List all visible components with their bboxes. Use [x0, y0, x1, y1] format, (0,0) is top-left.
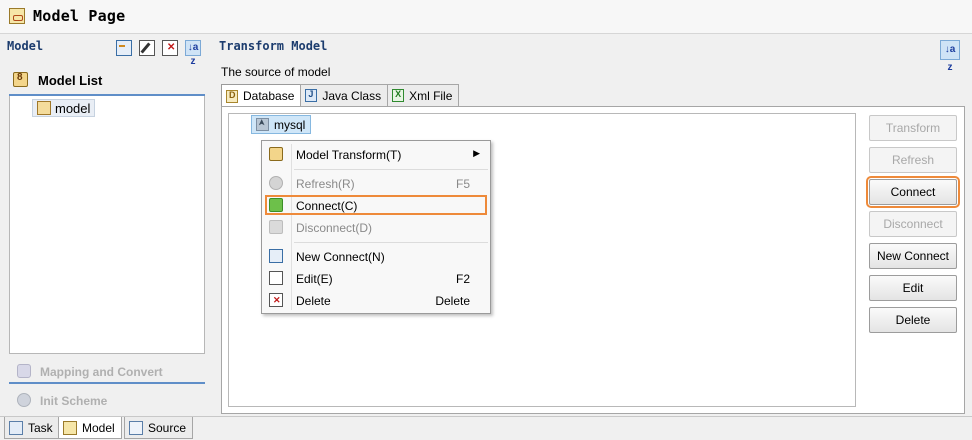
tab-xml-file[interactable]: Xml File [387, 84, 460, 106]
menu-separator [294, 242, 488, 243]
new-connect-icon [269, 249, 283, 263]
disconnect-button[interactable]: Disconnect [869, 211, 957, 237]
tab-task[interactable]: Task [4, 417, 60, 439]
init-scheme-label: Init Scheme [40, 394, 108, 408]
tab-model[interactable]: Model [58, 417, 122, 439]
menu-item-label: Model Transform(T) [296, 148, 402, 162]
tab-java-class[interactable]: Java Class [300, 84, 389, 106]
new-connect-button[interactable]: New Connect [869, 243, 957, 269]
mapping-and-convert-section[interactable]: Mapping and Convert [9, 360, 205, 384]
model-list-icon [13, 72, 28, 87]
tab-task-label: Task [28, 420, 53, 435]
menu-item-shortcut: F5 [455, 177, 470, 191]
tab-source-label: Source [148, 420, 187, 435]
model-page-icon [9, 8, 25, 24]
edit-icon [269, 271, 283, 285]
sort-az-icon[interactable]: ↓a z [940, 40, 960, 73]
source-tabs: Database Java Class Xml File [221, 84, 460, 107]
tree-node-mysql[interactable]: mysql [251, 115, 312, 134]
menu-item-model-transform[interactable]: Model Transform(T) ▶ [262, 144, 490, 165]
tab-xml-file-label: Xml File [409, 88, 453, 103]
menu-item-shortcut: F2 [455, 272, 470, 286]
model-item-icon [37, 101, 51, 115]
sort-az-icon[interactable]: ↓a z [185, 40, 201, 67]
source-of-model-label: The source of model [221, 65, 331, 79]
menu-item-delete[interactable]: Delete Delete [262, 290, 490, 311]
menu-item-label: Edit(E) [296, 272, 333, 286]
model-panel-header: Model ↓a z [3, 36, 209, 67]
xml-file-icon [392, 89, 405, 102]
tab-java-class-label: Java Class [322, 88, 382, 103]
tab-database-label: Database [243, 89, 295, 103]
model-list-label: Model List [38, 73, 103, 88]
disconnect-icon [269, 220, 283, 234]
connect-highlight-box [265, 195, 487, 215]
delete-icon [269, 293, 283, 307]
delete-button[interactable]: Delete [869, 307, 957, 333]
mapping-icon [17, 364, 31, 378]
mapping-and-convert-label: Mapping and Convert [40, 365, 163, 379]
java-class-icon [305, 89, 318, 102]
model-panel-title: Model [7, 39, 44, 53]
connect-button[interactable]: Connect [866, 176, 960, 208]
init-scheme-icon [17, 393, 31, 407]
tree-node-label: mysql [274, 117, 306, 132]
title-bar: Model Page [0, 0, 972, 34]
menu-item-edit[interactable]: Edit(E) F2 [262, 268, 490, 289]
menu-item-disconnect[interactable]: Disconnect(D) [262, 217, 490, 238]
submenu-arrow-icon: ▶ [473, 148, 480, 158]
list-item[interactable]: model [32, 99, 96, 117]
transform-button[interactable]: Transform [869, 115, 957, 141]
edit-button[interactable]: Edit [869, 275, 957, 301]
delete-icon[interactable] [162, 40, 178, 56]
menu-item-label: New Connect(N) [296, 250, 385, 264]
tab-database[interactable]: Database [221, 84, 302, 107]
model-transform-icon [269, 147, 283, 161]
tab-model-label: Model [82, 420, 115, 435]
init-scheme-section[interactable]: Init Scheme [9, 389, 205, 413]
tab-source[interactable]: Source [124, 417, 194, 439]
source-icon [129, 420, 143, 435]
task-icon [9, 420, 23, 435]
model-panel: Model ↓a z Model List model Mapping and … [3, 36, 209, 414]
edit-icon[interactable] [139, 40, 155, 56]
menu-item-label: Refresh(R) [296, 177, 355, 191]
menu-item-refresh[interactable]: Refresh(R) F5 [262, 173, 490, 194]
menu-item-shortcut: Delete [435, 294, 470, 308]
menu-item-label: Delete [296, 294, 331, 308]
transform-model-title: Transform Model [219, 39, 328, 53]
bottom-tab-bar: Task Model Source [0, 416, 972, 440]
model-icon [63, 420, 77, 435]
menu-separator [294, 169, 488, 170]
menu-item-new-connect[interactable]: New Connect(N) [262, 246, 490, 267]
list-item-label: model [55, 100, 91, 116]
menu-item-label: Disconnect(D) [296, 221, 373, 235]
refresh-button[interactable]: Refresh [869, 147, 957, 173]
page-title: Model Page [33, 7, 126, 25]
context-menu: Model Transform(T) ▶ Refresh(R) F5 Conne… [261, 140, 491, 314]
database-icon [226, 89, 238, 103]
connection-icon [256, 118, 269, 131]
new-connect-icon[interactable] [116, 40, 132, 56]
model-list[interactable]: model [9, 96, 205, 354]
model-list-section-header[interactable]: Model List [9, 70, 205, 88]
refresh-icon [269, 176, 283, 190]
